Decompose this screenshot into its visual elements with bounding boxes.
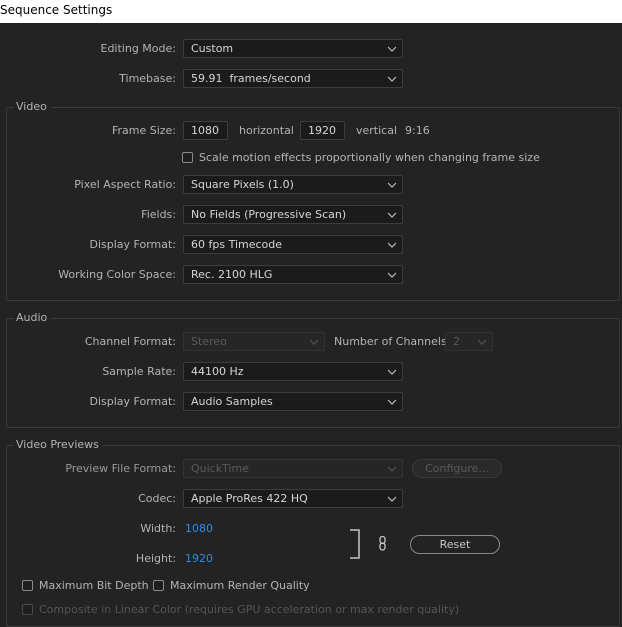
height-value[interactable]: 1920 [185, 552, 213, 565]
pixel-aspect-dropdown[interactable]: Square Pixels (1.0) [183, 175, 403, 194]
fields-dropdown[interactable]: No Fields (Progressive Scan) [183, 205, 403, 224]
scale-motion-label: Scale motion effects proportionally when… [199, 151, 540, 164]
audio-section-title: Audio [14, 311, 52, 324]
preview-format-label: Preview File Format: [65, 462, 176, 475]
channel-format-dropdown[interactable]: Stereo [183, 332, 325, 351]
max-render-quality-label: Maximum Render Quality [170, 579, 310, 592]
link-icon[interactable] [378, 535, 388, 552]
video-previews-section-title: Video Previews [14, 438, 103, 451]
chevron-down-icon [387, 399, 397, 405]
video-section-title: Video [14, 100, 51, 113]
chevron-down-icon [387, 46, 397, 52]
preview-format-dropdown[interactable]: QuickTime [183, 459, 403, 478]
max-bit-depth-label: Maximum Bit Depth [39, 579, 149, 592]
display-format-value: 60 fps Timecode [191, 238, 283, 251]
sample-rate-value: 44100 Hz [191, 365, 244, 378]
configure-button[interactable]: Configure... [412, 459, 502, 478]
frame-height-field[interactable]: 1920 [300, 121, 345, 140]
window-title: Sequence Settings [0, 3, 113, 17]
color-space-label: Working Color Space: [58, 268, 176, 281]
num-channels-dropdown[interactable]: 2 [445, 332, 493, 351]
codec-dropdown[interactable]: Apple ProRes 422 HQ [183, 489, 403, 508]
audio-display-format-label: Display Format: [89, 395, 176, 408]
preview-format-value: QuickTime [191, 462, 250, 475]
max-render-quality-checkbox[interactable] [153, 580, 164, 591]
color-space-value: Rec. 2100 HLG [191, 268, 273, 281]
height-label: Height: [135, 552, 176, 565]
audio-display-format-value: Audio Samples [191, 395, 273, 408]
fields-label: Fields: [141, 208, 176, 221]
chevron-down-icon [387, 212, 397, 218]
sample-rate-dropdown[interactable]: 44100 Hz [183, 362, 403, 381]
chevron-down-icon [477, 339, 487, 345]
title-bar: Sequence Settings [0, 0, 622, 23]
horizontal-label: horizontal [239, 124, 294, 137]
chevron-down-icon [387, 369, 397, 375]
editing-mode-label: Editing Mode: [100, 42, 177, 55]
reset-button[interactable]: Reset [410, 535, 500, 554]
color-space-dropdown[interactable]: Rec. 2100 HLG [183, 265, 403, 284]
editing-mode-value: Custom [191, 42, 234, 55]
width-label: Width: [140, 522, 176, 535]
fields-value: No Fields (Progressive Scan) [191, 208, 347, 221]
chevron-down-icon [387, 272, 397, 278]
width-value[interactable]: 1080 [185, 522, 213, 535]
max-bit-depth-checkbox[interactable] [22, 580, 33, 591]
composite-linear-label: Composite in Linear Color (requires GPU … [39, 603, 460, 616]
sample-rate-label: Sample Rate: [102, 365, 176, 378]
chevron-down-icon [309, 339, 319, 345]
display-format-dropdown[interactable]: 60 fps Timecode [183, 235, 403, 254]
link-bracket-icon [350, 529, 360, 559]
timebase-dropdown[interactable]: 59.91 frames/second [183, 69, 403, 88]
editing-mode-dropdown[interactable]: Custom [183, 39, 403, 58]
timebase-label: Timebase: [119, 72, 176, 85]
channel-format-value: Stereo [191, 335, 227, 348]
num-channels-label: Number of Channels: [334, 335, 451, 348]
vertical-label: vertical [356, 124, 398, 137]
chevron-down-icon [387, 466, 397, 472]
pixel-aspect-value: Square Pixels (1.0) [191, 178, 294, 191]
chevron-down-icon [387, 496, 397, 502]
pixel-aspect-label: Pixel Aspect Ratio: [74, 178, 176, 191]
chevron-down-icon [387, 182, 397, 188]
frame-width-field[interactable]: 1080 [183, 121, 228, 140]
channel-format-label: Channel Format: [84, 335, 176, 348]
codec-value: Apple ProRes 422 HQ [191, 492, 308, 505]
audio-display-format-dropdown[interactable]: Audio Samples [183, 392, 403, 411]
chevron-down-icon [387, 76, 397, 82]
frame-size-label: Frame Size: [111, 124, 176, 137]
composite-linear-checkbox[interactable] [22, 604, 33, 615]
scale-motion-checkbox[interactable] [182, 152, 193, 163]
num-channels-value: 2 [453, 335, 460, 348]
chevron-down-icon [387, 242, 397, 248]
aspect-ratio-value: 9:16 [405, 124, 430, 137]
codec-label: Codec: [138, 492, 176, 505]
display-format-label: Display Format: [89, 238, 176, 251]
timebase-value: 59.91 frames/second [191, 72, 311, 85]
